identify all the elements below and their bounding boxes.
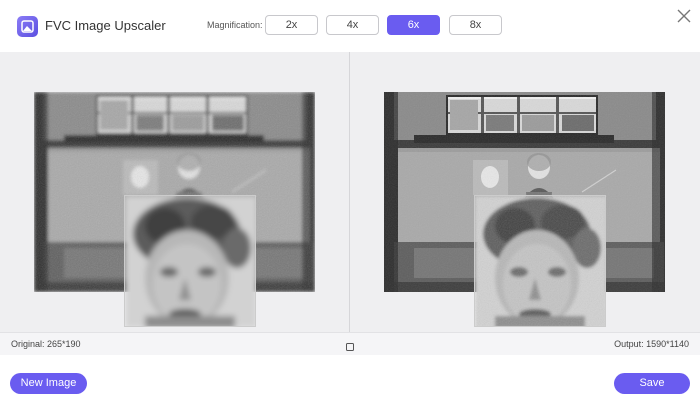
original-size-label: Original: 265*190 <box>11 339 81 349</box>
magnification-4x-button[interactable]: 4x <box>326 15 379 35</box>
status-bar: Original: 265*190 Output: 1590*1140 <box>0 332 700 355</box>
original-zoom-magnifier <box>124 195 256 327</box>
magnification-6x-button[interactable]: 6x <box>387 15 440 35</box>
close-icon[interactable] <box>675 7 693 25</box>
output-zoom-magnifier <box>474 195 606 327</box>
new-image-button[interactable]: New Image <box>10 373 87 394</box>
preview-divider[interactable] <box>349 52 350 332</box>
magnification-8x-button[interactable]: 8x <box>449 15 502 35</box>
header-bar: FVC Image Upscaler Magnification: 2x 4x … <box>0 0 700 52</box>
image-logo-icon <box>17 16 38 37</box>
save-button[interactable]: Save <box>614 373 690 394</box>
magnification-2x-button[interactable]: 2x <box>265 15 318 35</box>
square-compare-icon[interactable] <box>345 339 355 351</box>
footer-bar: New Image Save <box>0 355 700 410</box>
output-size-label: Output: 1590*1140 <box>614 339 689 349</box>
app-title: FVC Image Upscaler <box>45 18 166 33</box>
magnification-label: Magnification: <box>207 20 263 30</box>
